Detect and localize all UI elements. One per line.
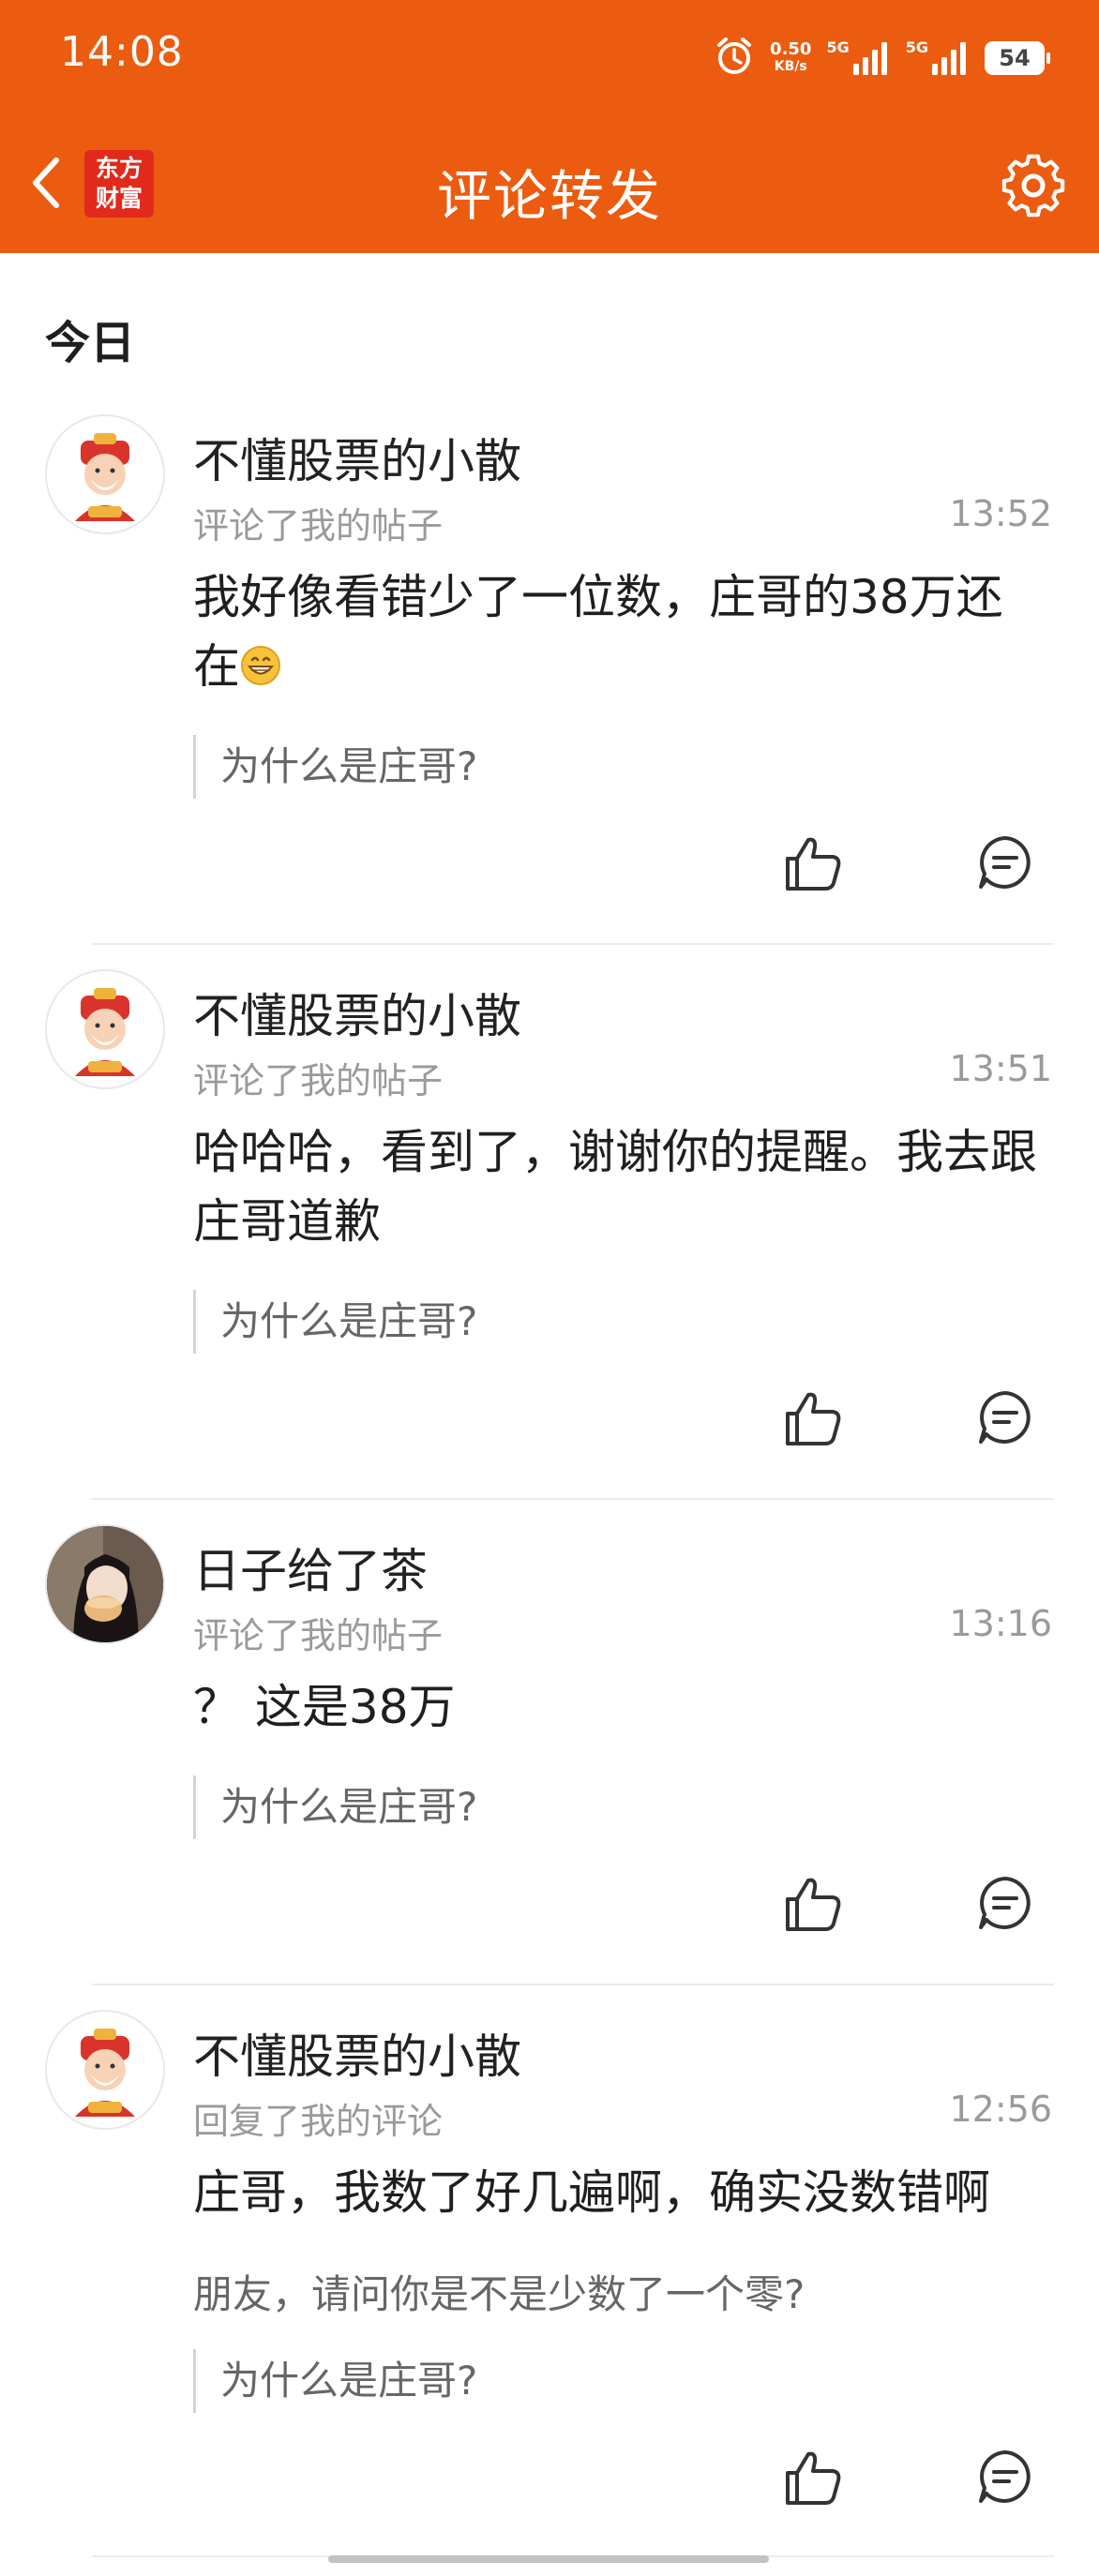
comment-username[interactable]: 不懂股票的小散 <box>193 424 521 491</box>
app-header: 14:08 0.50 KB/s 5G 5G 54 东方 财富 评论转发 <box>0 0 1099 253</box>
comment-time: 12:56 <box>949 2089 1052 2130</box>
net-speed-value: 0.50 <box>770 39 812 59</box>
status-icons: 0.50 KB/s 5G 5G 54 <box>714 30 1050 86</box>
comment-action: 评论了我的帖子 <box>193 1615 444 1656</box>
nav-bar: 东方 财富 评论转发 <box>0 112 1099 253</box>
thumbs-up-icon <box>786 837 841 891</box>
avatar[interactable] <box>45 1524 165 1644</box>
settings-button[interactable] <box>996 148 1071 223</box>
signal-label: 5G <box>905 37 928 56</box>
comment-username[interactable]: 不懂股票的小散 <box>193 2019 521 2087</box>
thumbs-up-icon <box>786 1392 841 1445</box>
signal-group-1: 5G <box>826 38 890 79</box>
comment-bubble-icon <box>979 2450 1031 2503</box>
quoted-post[interactable]: 为什么是庄哥? <box>193 1290 477 1354</box>
grinning-face-icon <box>241 646 280 685</box>
alarm-icon <box>714 36 755 81</box>
divider <box>92 1984 1054 1985</box>
like-button[interactable] <box>780 1871 846 1937</box>
page-title: 评论转发 <box>436 164 662 228</box>
reply-button[interactable] <box>973 1871 1037 1935</box>
signal-icon <box>932 41 970 79</box>
battery-icon: 54 <box>985 41 1050 75</box>
signal-group-2: 5G <box>906 38 970 79</box>
comment-bubble-icon <box>979 1391 1031 1444</box>
comment-body: ？ 这是38万 <box>193 1680 456 1734</box>
status-bar: 14:08 0.50 KB/s 5G 5G 54 <box>0 0 1099 112</box>
thumbs-up-icon <box>786 1878 841 1931</box>
like-button[interactable] <box>780 831 846 896</box>
status-time: 14:08 <box>60 28 184 76</box>
avatar[interactable] <box>45 969 165 1089</box>
comment-time: 13:16 <box>949 1603 1052 1644</box>
reply-button[interactable] <box>973 831 1037 894</box>
comment-time: 13:51 <box>949 1048 1052 1089</box>
comment-action: 回复了我的评论 <box>193 2101 444 2142</box>
comment-body-text: 我好像看错少了一位数，庄哥的38万还在 <box>193 570 1003 694</box>
thumbs-up-icon <box>786 2451 841 2505</box>
section-date-label: 今日 <box>45 317 136 369</box>
reply-button[interactable] <box>973 1385 1037 1449</box>
comment-time: 13:52 <box>949 493 1052 534</box>
comment-action: 评论了我的帖子 <box>193 505 444 547</box>
divider <box>92 943 1054 945</box>
reply-button[interactable] <box>973 2445 1037 2509</box>
comment-action: 评论了我的帖子 <box>193 1060 444 1101</box>
divider <box>92 1498 1054 1500</box>
replied-comment[interactable]: 朋友，请问你是不是少数了一个零? <box>193 2263 805 2320</box>
quoted-post[interactable]: 为什么是庄哥? <box>193 2349 477 2413</box>
like-button[interactable] <box>780 2445 846 2510</box>
quoted-post[interactable]: 为什么是庄哥? <box>193 1775 477 1839</box>
home-indicator[interactable] <box>328 2555 769 2563</box>
avatar[interactable] <box>45 414 165 534</box>
comment-username[interactable]: 不懂股票的小散 <box>193 979 521 1046</box>
comment-username[interactable]: 日子给了茶 <box>193 1534 428 1601</box>
quoted-post[interactable]: 为什么是庄哥? <box>193 735 477 799</box>
avatar[interactable] <box>45 2010 165 2130</box>
battery-level: 54 <box>999 45 1031 71</box>
net-speed-unit: KB/s <box>774 59 807 74</box>
like-button[interactable] <box>780 1385 846 1451</box>
signal-icon <box>852 41 891 79</box>
comment-body: 庄哥，我数了好几遍啊，确实没数错啊 <box>193 2165 990 2220</box>
comment-bubble-icon <box>979 1877 1031 1929</box>
signal-label: 5G <box>826 37 850 56</box>
comment-bubble-icon <box>979 836 1031 889</box>
network-speed: 0.50 KB/s <box>770 41 811 75</box>
comment-body: 我好像看错少了一位数，庄哥的38万还在 <box>193 562 1043 701</box>
gear-icon <box>1001 154 1065 217</box>
comment-body: 哈哈哈，看到了，谢谢你的提醒。我去跟庄哥道歉 <box>193 1125 1037 1249</box>
